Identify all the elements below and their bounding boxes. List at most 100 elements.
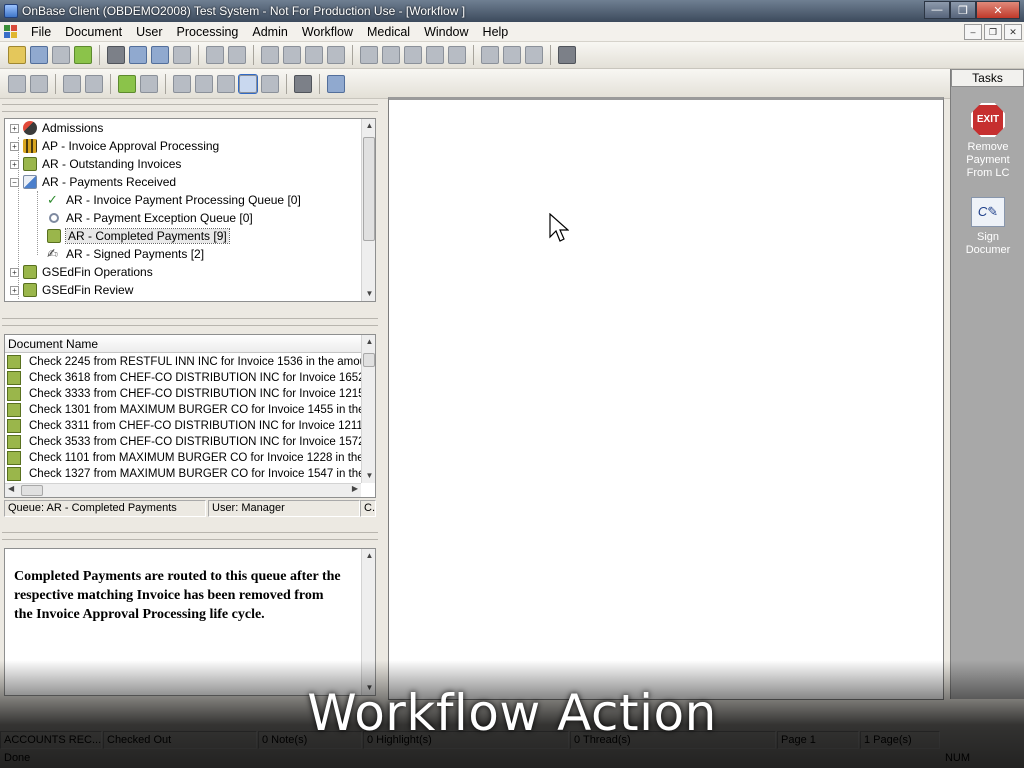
tree-scrollbar[interactable]: ▲ ▼ <box>361 119 375 301</box>
document-row[interactable]: Check 1101 from MAXIMUM BURGER CO for In… <box>7 450 361 466</box>
previous-page-icon[interactable] <box>261 46 279 64</box>
pane-grip[interactable] <box>2 104 378 112</box>
computer-icon[interactable] <box>294 74 312 93</box>
expand-toggle[interactable]: + <box>10 285 19 295</box>
scroll-up-icon[interactable]: ▲ <box>362 335 375 349</box>
tree-item-completed-payments[interactable]: AR - Completed Payments [9] <box>47 227 230 245</box>
menu-medical[interactable]: Medical <box>360 25 417 39</box>
menu-window[interactable]: Window <box>417 25 475 39</box>
scroll-down-icon[interactable]: ▼ <box>362 287 375 301</box>
grid-icon[interactable] <box>217 74 235 93</box>
menu-file[interactable]: File <box>24 25 58 39</box>
document-icon <box>7 419 21 433</box>
document-row[interactable]: Check 3618 from CHEF-CO DISTRIBUTION INC… <box>7 370 361 386</box>
copy-icon[interactable] <box>327 74 345 93</box>
tile-vertical-icon[interactable] <box>481 46 499 64</box>
user-icon[interactable] <box>558 46 576 64</box>
next-page-icon[interactable] <box>283 46 301 64</box>
scroll-up-icon[interactable]: ▲ <box>362 119 375 133</box>
workflow-icon[interactable] <box>151 46 169 64</box>
sign-document-task[interactable]: C✎ Sign Documer <box>951 197 1024 257</box>
scroll-thumb[interactable] <box>21 485 43 496</box>
crop-icon[interactable] <box>448 46 466 64</box>
expand-toggle[interactable]: + <box>10 267 19 277</box>
print-queue-icon[interactable] <box>8 74 26 93</box>
menu-processing[interactable]: Processing <box>170 25 246 39</box>
sign-pen-icon: C✎ <box>971 197 1005 227</box>
save-icon[interactable] <box>206 46 224 64</box>
menu-user[interactable]: User <box>129 25 169 39</box>
scroll-right-icon[interactable]: ▶ <box>352 484 358 493</box>
rotate-left-icon[interactable] <box>404 46 422 64</box>
tree-item-gsedfin-operations[interactable]: + GSEdFin Operations <box>10 263 153 281</box>
expand-toggle[interactable]: + <box>10 159 19 169</box>
column-header-document-name[interactable]: Document Name <box>5 335 361 353</box>
tree-item-signed-payments[interactable]: ✍ AR - Signed Payments [2] <box>47 245 204 263</box>
print-list-icon[interactable] <box>30 74 48 93</box>
close-button[interactable]: ✕ <box>976 1 1020 19</box>
fit-width-icon[interactable] <box>360 46 378 64</box>
tree-item-admissions[interactable]: + Admissions <box>10 119 103 137</box>
zoom-out-icon[interactable] <box>327 46 345 64</box>
menu-admin[interactable]: Admin <box>245 25 294 39</box>
scroll-left-icon[interactable]: ◀ <box>8 484 14 493</box>
document-row[interactable]: Check 3311 from CHEF-CO DISTRIBUTION INC… <box>7 418 361 434</box>
thumbnail-icon[interactable] <box>228 46 246 64</box>
keywords-icon[interactable] <box>85 74 103 93</box>
retrieve-icon[interactable] <box>8 46 26 64</box>
collapse-toggle[interactable]: − <box>10 177 19 187</box>
document-row[interactable]: Check 1301 from MAXIMUM BURGER CO for In… <box>7 402 361 418</box>
expand-icon[interactable] <box>173 74 191 93</box>
minimize-button[interactable]: — <box>924 1 950 19</box>
tree-item-payment-exception-queue[interactable]: AR - Payment Exception Queue [0] <box>47 209 253 227</box>
collapse-icon[interactable] <box>195 74 213 93</box>
document-viewer[interactable] <box>388 97 944 700</box>
extra-field: C... <box>360 500 376 517</box>
remove-payment-task[interactable]: EXIT Remove Payment From LC <box>951 103 1024 180</box>
notes-icon[interactable] <box>173 46 191 64</box>
execute-icon[interactable] <box>118 74 136 93</box>
scroll-up-icon[interactable]: ▲ <box>362 549 375 563</box>
mdi-minimize-button[interactable]: – <box>964 24 982 40</box>
fit-page-icon[interactable] <box>382 46 400 64</box>
scroll-thumb[interactable] <box>363 353 375 367</box>
route-icon[interactable] <box>140 74 158 93</box>
tile-horizontal-icon[interactable] <box>503 46 521 64</box>
document-row[interactable]: Check 1327 from MAXIMUM BURGER CO for In… <box>7 466 361 482</box>
pane-grip[interactable] <box>2 532 378 540</box>
document-row[interactable]: Check 3333 from CHEF-CO DISTRIBUTION INC… <box>7 386 361 402</box>
notes-scrollbar[interactable]: ▲ ▼ <box>361 549 375 695</box>
pane-grip[interactable] <box>2 318 378 326</box>
menu-workflow[interactable]: Workflow <box>295 25 360 39</box>
print-icon[interactable] <box>107 46 125 64</box>
zoom-in-icon[interactable] <box>305 46 323 64</box>
mdi-restore-button[interactable]: ❐ <box>984 24 1002 40</box>
layout-icon[interactable] <box>238 73 258 94</box>
document-row[interactable]: Check 3533 from CHEF-CO DISTRIBUTION INC… <box>7 434 361 450</box>
rotate-right-icon[interactable] <box>426 46 444 64</box>
send-icon[interactable] <box>129 46 147 64</box>
scan-icon[interactable] <box>52 46 70 64</box>
document-list-hscrollbar[interactable]: ◀ ▶ <box>5 483 361 497</box>
scroll-down-icon[interactable]: ▼ <box>362 469 375 483</box>
menu-help[interactable]: Help <box>476 25 516 39</box>
menu-document[interactable]: Document <box>58 25 129 39</box>
tree-item-invoice-payment-queue[interactable]: ✓ AR - Invoice Payment Processing Queue … <box>47 191 301 209</box>
mdi-close-button[interactable]: ✕ <box>1004 24 1022 40</box>
scroll-thumb[interactable] <box>363 137 375 241</box>
tree-item-ap-invoice-approval[interactable]: + AP - Invoice Approval Processing <box>10 137 219 155</box>
lock-icon[interactable] <box>261 74 279 93</box>
document-list-scrollbar[interactable]: ▲ ▼ <box>361 335 375 483</box>
document-icon[interactable] <box>30 46 48 64</box>
tree-item-ar-outstanding-invoices[interactable]: + AR - Outstanding Invoices <box>10 155 181 173</box>
restore-button[interactable]: ❐ <box>950 1 976 19</box>
expand-toggle[interactable]: + <box>10 123 19 133</box>
import-icon[interactable] <box>74 46 92 64</box>
document-window-icon[interactable] <box>4 24 20 39</box>
tree-item-ar-payments-received[interactable]: − AR - Payments Received <box>10 173 176 191</box>
properties-icon[interactable] <box>63 74 81 93</box>
tree-item-gsedfin-review[interactable]: + GSEdFin Review <box>10 281 133 299</box>
close-windows-icon[interactable] <box>525 46 543 64</box>
expand-toggle[interactable]: + <box>10 141 19 151</box>
document-row[interactable]: Check 2245 from RESTFUL INN INC for Invo… <box>7 354 361 370</box>
